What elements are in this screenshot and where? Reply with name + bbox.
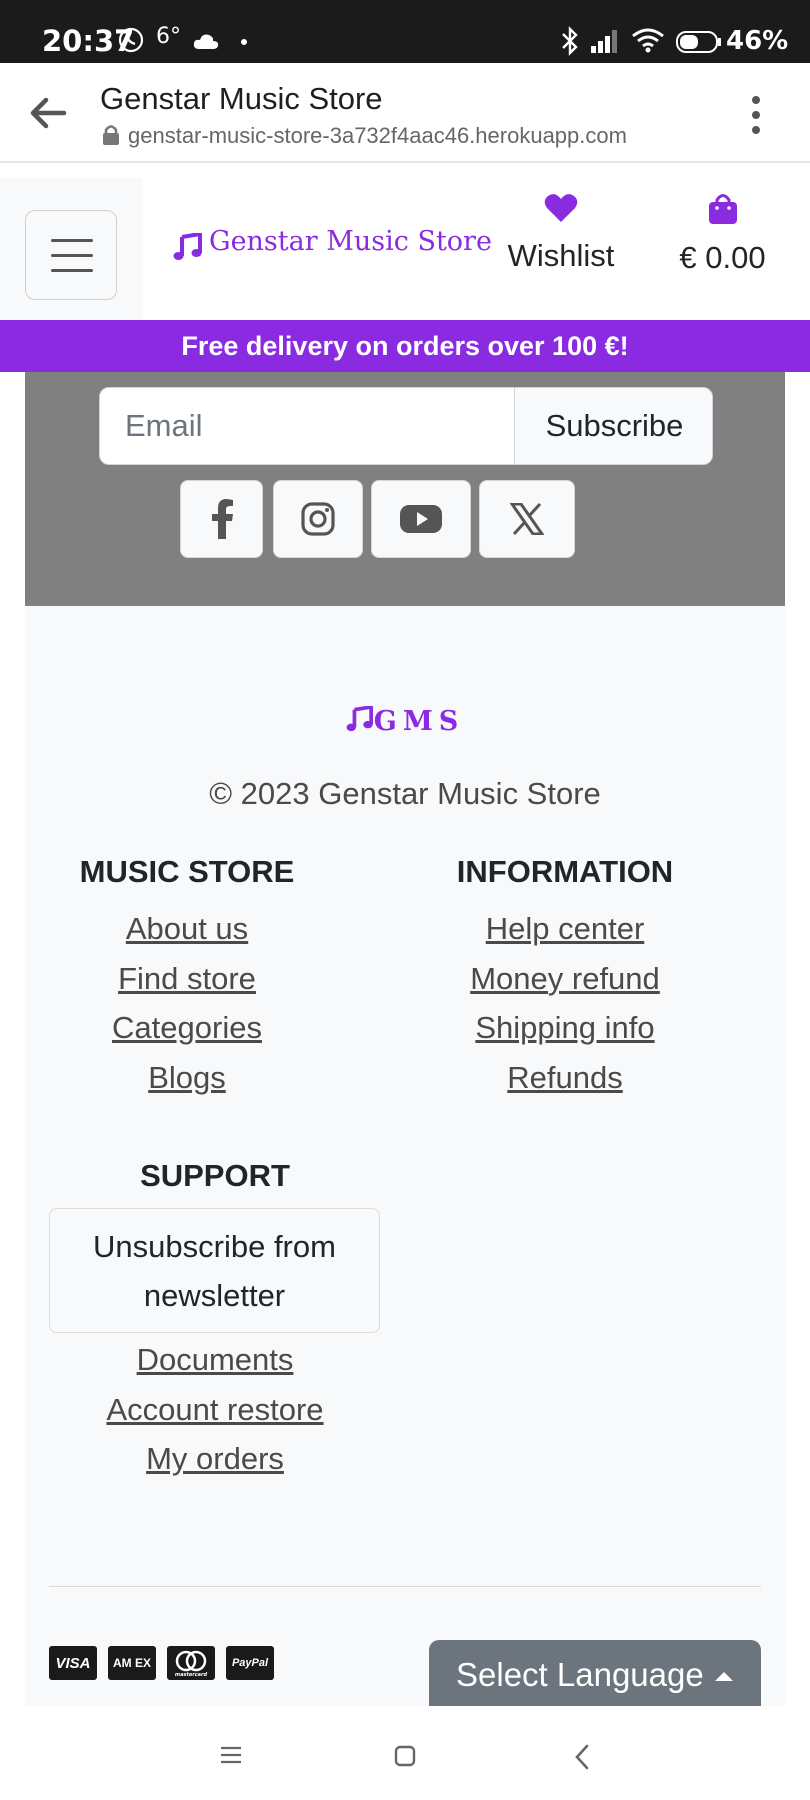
facebook-button[interactable] — [180, 480, 263, 558]
footer-link-refunds[interactable]: Refunds — [445, 1053, 685, 1103]
browser-toolbar: Genstar Music Store genstar-music-store-… — [0, 63, 810, 163]
status-bar: 20:37 6° 46% — [0, 0, 810, 63]
wishlist-link[interactable]: Wishlist — [500, 193, 622, 274]
battery-icon — [676, 31, 721, 53]
instagram-icon — [301, 502, 335, 536]
unsubscribe-button[interactable]: Unsubscribe from newsletter — [49, 1208, 380, 1333]
back-arrow-icon[interactable] — [28, 93, 68, 133]
music-note-icon — [173, 233, 202, 260]
music-store-heading: MUSIC STORE — [79, 854, 295, 889]
footer-logo[interactable]: GMS — [25, 704, 785, 737]
support-heading: SUPPORT — [140, 1158, 290, 1193]
wishlist-label: Wishlist — [507, 238, 615, 273]
music-store-column: MUSIC STORE About us Find store Categori… — [65, 854, 309, 1102]
bluetooth-icon — [562, 26, 578, 56]
recent-apps-icon[interactable] — [220, 1746, 242, 1764]
footer-link-my-orders[interactable]: My orders — [49, 1434, 381, 1484]
amex-icon: AM EX — [108, 1646, 156, 1680]
temperature: 6° — [156, 24, 181, 49]
lock-icon — [103, 125, 119, 145]
hamburger-line — [51, 269, 93, 272]
music-note-icon — [346, 704, 373, 732]
language-selector[interactable]: Select Language — [429, 1640, 761, 1706]
paypal-icon: PayPal — [226, 1646, 274, 1680]
footer-link-blogs[interactable]: Blogs — [65, 1053, 309, 1103]
cart-link[interactable]: € 0.00 — [665, 193, 780, 276]
footer-link-account-restore[interactable]: Account restore — [49, 1385, 381, 1435]
language-label: Select Language — [456, 1656, 704, 1693]
mastercard-label: mastercard — [175, 1672, 208, 1678]
home-icon[interactable] — [394, 1745, 416, 1767]
toggler-container — [0, 178, 142, 320]
menu-toggle-button[interactable] — [25, 210, 117, 300]
dot-icon — [241, 39, 247, 45]
footer-link-shipping-info[interactable]: Shipping info — [445, 1003, 685, 1053]
footer: GMS © 2023 Genstar Music Store MUSIC STO… — [25, 606, 785, 1706]
footer-link-find-store[interactable]: Find store — [65, 954, 309, 1004]
brand-link[interactable]: Genstar Music Store — [209, 226, 492, 257]
heart-icon — [544, 194, 578, 222]
battery-percent: 46% — [726, 26, 789, 56]
facebook-icon — [211, 499, 233, 539]
cart-total: € 0.00 — [679, 240, 766, 275]
back-icon[interactable] — [574, 1744, 590, 1770]
instagram-button[interactable] — [273, 480, 363, 558]
mastercard-icon: mastercard — [167, 1646, 215, 1680]
footer-link-help-center[interactable]: Help center — [445, 904, 685, 954]
url-text[interactable]: genstar-music-store-3a732f4aac46.herokua… — [128, 123, 627, 149]
footer-link-money-refund[interactable]: Money refund — [445, 954, 685, 1004]
x-button[interactable] — [479, 480, 575, 558]
signal-icon — [591, 30, 617, 53]
whatsapp-icon — [118, 27, 144, 53]
cloud-icon — [193, 34, 219, 49]
hamburger-line — [51, 239, 93, 242]
hamburger-line — [51, 254, 93, 257]
newsletter-form: Subscribe — [99, 387, 713, 465]
visa-icon: VISA — [49, 1646, 97, 1680]
x-icon — [510, 503, 544, 535]
promo-banner: Free delivery on orders over 100 €! — [0, 320, 810, 372]
subscribe-button[interactable]: Subscribe — [514, 388, 712, 464]
site-navbar: Genstar Music Store Wishlist € 0.00 — [0, 163, 810, 320]
system-navigation-bar — [0, 1706, 810, 1800]
footer-link-categories[interactable]: Categories — [65, 1003, 309, 1053]
information-heading: INFORMATION — [456, 854, 674, 889]
youtube-icon — [400, 505, 442, 533]
newsletter-section: Subscribe — [25, 372, 785, 606]
caret-up-icon — [715, 1672, 733, 1681]
email-input[interactable] — [100, 388, 514, 464]
shopping-bag-icon — [708, 194, 737, 224]
payment-methods: VISA AM EX mastercard PayPal — [49, 1646, 274, 1680]
footer-logo-text: GMS — [373, 706, 465, 737]
support-column: SUPPORT Unsubscribe from newsletter Docu… — [49, 1158, 381, 1484]
wifi-icon — [632, 28, 664, 53]
youtube-button[interactable] — [371, 480, 471, 558]
footer-divider — [49, 1586, 761, 1587]
copyright-text: © 2023 Genstar Music Store — [209, 776, 601, 811]
footer-link-about-us[interactable]: About us — [65, 904, 309, 954]
information-column: INFORMATION Help center Money refund Shi… — [445, 854, 685, 1102]
more-vert-icon[interactable] — [744, 93, 768, 137]
footer-link-documents[interactable]: Documents — [49, 1335, 381, 1385]
page-title: Genstar Music Store — [100, 81, 383, 116]
